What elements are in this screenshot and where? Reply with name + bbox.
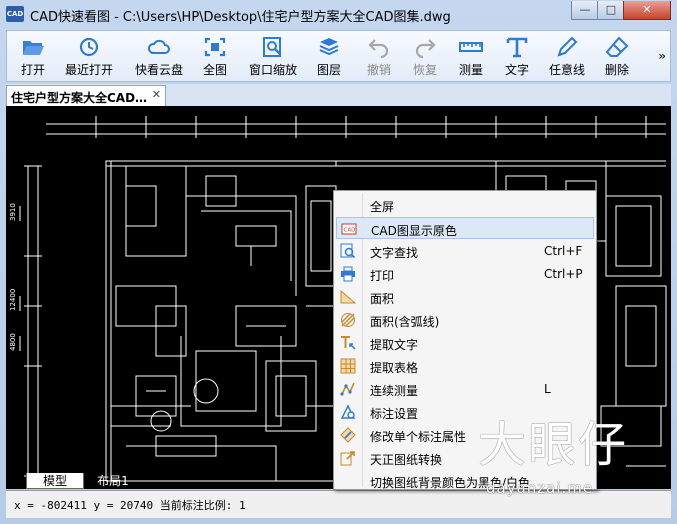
recent-open-button[interactable]: 最近打开 [61,33,117,79]
tab-model[interactable]: 模型 [26,473,84,489]
pen-icon [557,36,578,57]
toolbar-overflow-button[interactable]: » [658,49,666,63]
continuous-measure-icon [340,382,355,396]
document-tab-label: 住宅户型方案大全CAD… [11,91,148,105]
layers-button[interactable]: 图层 [311,33,347,79]
fullview-icon [204,37,226,57]
delete-button[interactable]: 删除 [599,33,635,79]
folder-open-icon [23,41,44,55]
cloud-drive-button[interactable]: 快看云盘 [131,33,187,79]
freehand-line-button[interactable]: 任意线 [545,33,589,79]
document-tab-strip: 住宅户型方案大全CAD… ✕ [6,84,671,106]
window-zoom-button[interactable]: 窗口缩放 [245,33,301,79]
maximize-button[interactable]: □ [597,1,625,20]
eraser-icon [605,36,629,57]
svg-text:3910: 3910 [9,203,17,221]
cloud-icon [147,39,170,54]
svg-text:12400: 12400 [9,289,17,311]
redo-icon [415,39,436,58]
cad-color-icon: CAD [341,223,357,235]
title-bar: CAD CAD快速看图 - C:\Users\HP\Desktop\住宅户型方案… [0,0,677,28]
menu-item-fullscreen[interactable]: 全屏 [336,194,594,216]
close-tab-icon[interactable]: ✕ [152,88,161,101]
menu-item-continuous-measure[interactable]: 连续测量 L [336,378,594,400]
open-button[interactable]: 打开 [11,33,55,79]
zoom-window-icon [263,37,281,57]
svg-text:4800: 4800 [9,333,17,351]
extract-table-icon [340,358,356,374]
menu-item-text-search[interactable]: 文字查找 Ctrl+F [336,240,594,262]
extract-text-icon [341,336,356,350]
menu-item-area-with-arc[interactable]: 面积(含弧线) [336,309,594,331]
watermark-domain: dayanzai.me [486,479,594,497]
text-icon [506,37,528,58]
menu-item-extract-table[interactable]: 提取表格 [336,355,594,377]
menu-item-area[interactable]: 面积 [336,286,594,308]
app-window: CAD CAD快速看图 - C:\Users\HP\Desktop\住宅户型方案… [0,0,677,524]
clock-icon [79,37,99,57]
full-view-button[interactable]: 全图 [197,33,233,79]
tab-layout1[interactable]: 布局1 [86,473,140,489]
measure-button[interactable]: 测量 [453,33,489,79]
layers-icon [319,38,339,56]
undo-button[interactable]: 撤销 [361,33,397,79]
menu-item-print[interactable]: 打印 Ctrl+P [336,263,594,285]
area-icon [340,289,356,304]
dimension-settings-icon [340,404,356,419]
window-title: CAD快速看图 - C:\Users\HP\Desktop\住宅户型方案大全CA… [30,10,451,25]
watermark: 大眼仔 dayanzai.me [478,405,668,497]
text-button[interactable]: 文字 [499,33,535,79]
app-logo-icon: CAD [6,6,24,22]
svg-text:CAD: CAD [344,228,356,234]
watermark-logo-text: 大眼仔 [478,417,629,473]
redo-button[interactable]: 恢复 [407,33,443,79]
undo-icon [368,39,389,58]
close-button[interactable]: ✕ [623,1,671,20]
minimize-button[interactable]: — [571,1,599,20]
menu-item-extract-text[interactable]: 提取文字 [336,332,594,354]
convert-icon [340,451,355,466]
coordinates-readout: x = -802411 y = 20740 当前标注比例: 1 [14,499,246,512]
text-search-icon [340,243,356,259]
menu-item-cad-original-color[interactable]: CAD CAD图显示原色 [336,217,594,239]
toolbar: 打开 最近打开 快看云盘 全图 窗口缩放 图层 撤销 恢复 测量 文字 任意线 … [6,30,671,82]
document-tab[interactable]: 住宅户型方案大全CAD… ✕ [6,85,166,106]
area-arc-icon [341,313,355,327]
ruler-icon [459,42,483,52]
edit-dimension-icon [340,427,356,443]
printer-icon [341,266,355,282]
